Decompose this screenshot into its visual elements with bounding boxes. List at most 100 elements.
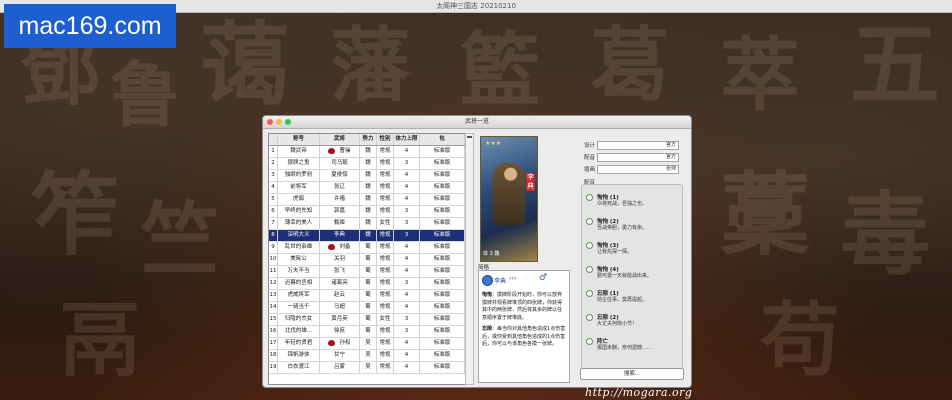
- search-button[interactable]: 搜索...: [580, 368, 684, 380]
- voice-option-text: 大丈夫何拘小节！: [597, 321, 638, 327]
- bg-calligraphy: 毒: [840, 182, 930, 288]
- row-kingdom: 魏: [360, 146, 377, 157]
- row-general: 曹操: [320, 146, 360, 157]
- table-row[interactable]: 9 乱世的枭雄 刘备 蜀常规 4 标准版: [269, 242, 465, 254]
- column-header-title[interactable]: 称号: [278, 134, 320, 145]
- illustrator-field[interactable]: 张帅: [597, 165, 679, 174]
- table-row[interactable]: 3 独眼的罗刹 夏侯惇魏常规 4 标准版: [269, 170, 465, 182]
- column-header-package[interactable]: 包: [420, 134, 465, 145]
- table-row[interactable]: 15 归隐的杰女 黄月英蜀女性 3 标准版: [269, 314, 465, 326]
- table-row[interactable]: 13 虎威将军 赵云蜀常规 4 标准版: [269, 290, 465, 302]
- radio-icon[interactable]: [586, 290, 593, 297]
- row-general: 张飞: [320, 266, 360, 277]
- voice-option-text: 勤可勇一天就能战出来。: [597, 273, 653, 279]
- row-general: 甘宁: [320, 350, 360, 361]
- table-row[interactable]: 17 年轻的贤君 孙权 吴常规 4 标准版: [269, 338, 465, 350]
- row-gender: 常规: [377, 230, 394, 241]
- card-stats: 体 3 魏: [483, 251, 500, 257]
- table-row[interactable]: 11 万夫不当 张飞蜀常规 4 标准版: [269, 266, 465, 278]
- radio-icon[interactable]: [586, 194, 593, 201]
- row-hp: 4: [394, 182, 420, 193]
- row-gender: 常规: [377, 338, 394, 349]
- column-header-general[interactable]: 武将: [320, 134, 360, 145]
- table-row[interactable]: 1 魏武帝 曹操 魏常规 4 标准版: [269, 146, 465, 158]
- row-general: 关羽: [320, 254, 360, 265]
- radio-icon[interactable]: [586, 218, 593, 225]
- row-package: 标准版: [420, 338, 465, 349]
- radio-icon[interactable]: [586, 314, 593, 321]
- column-header-kingdom[interactable]: 势力: [360, 134, 377, 145]
- row-hp: 4: [394, 350, 420, 361]
- illustrator-value: 张帅: [665, 166, 676, 172]
- table-row[interactable]: 4 前将军 张辽魏常规 4 标准版: [269, 182, 465, 194]
- row-general: 刘备: [320, 242, 360, 253]
- zoom-window-button[interactable]: [285, 119, 291, 125]
- watermark-url: http://mogara.org: [585, 386, 693, 399]
- column-header-gender[interactable]: 性别: [377, 134, 394, 145]
- card-name: 李典: [526, 173, 535, 191]
- table-row[interactable]: 19 白衣渡江 吕蒙吴常规 4 标准版: [269, 362, 465, 374]
- row-index: 9: [269, 242, 278, 253]
- radio-icon[interactable]: [586, 266, 593, 273]
- close-window-button[interactable]: [267, 119, 273, 125]
- skill-descriptions: 恂恂：摸牌阶段开始时，你可以放弃摸牌并观看牌堆顶的四张牌，你获得其中的两张牌，然…: [482, 292, 566, 349]
- cv-field[interactable]: 官方: [597, 153, 679, 162]
- skill-entry: 忘隙：每当你对其他角色造成1点伤害后，或你受到其他角色造成的1点伤害后，你可以与…: [482, 326, 566, 347]
- row-kingdom: 蜀: [360, 290, 377, 301]
- table-row[interactable]: 16 北伐的雄... 徐庶蜀常规 3 标准版: [269, 326, 465, 338]
- row-kingdom: 魏: [360, 206, 377, 217]
- general-card-image: ★★★ 李典 体 3 魏: [480, 136, 538, 262]
- design-field[interactable]: 官方: [597, 141, 679, 150]
- row-kingdom: 魏: [360, 158, 377, 169]
- table-row[interactable]: 14 一骑当千 马超蜀常规 4 标准版: [269, 302, 465, 314]
- scrollbar-thumb[interactable]: [467, 136, 472, 138]
- table-row[interactable]: 10 美髯公 关羽蜀常规 4 标准版: [269, 254, 465, 266]
- row-kingdom: 吴: [360, 338, 377, 349]
- table-row[interactable]: 5 虎痴 许褚魏常规 4 标准版: [269, 194, 465, 206]
- generals-table[interactable]: 称号 武将 势力 性别 体力上限 包 1 魏武帝 曹操魏常规 4 标准版 2 狼顾之鬼 司马懿…: [268, 133, 466, 385]
- row-general: 诸葛亮: [320, 278, 360, 289]
- row-package: 标准版: [420, 254, 465, 265]
- table-row[interactable]: 7 薄幸的美人 甄姬魏女性 3 标准版: [269, 218, 465, 230]
- table-row[interactable]: 2 狼顾之鬼 司马懿魏常规 3 标准版: [269, 158, 465, 170]
- general-list-window: 武将一览 称号 武将 势力 性别 体力上限 包 1 魏武帝 曹操魏常规 4 标准版 2 狼顾…: [262, 115, 692, 388]
- row-hp: 4: [394, 266, 420, 277]
- bg-calligraphy: 藳: [720, 162, 810, 268]
- detail-rank-arrows: ›››: [509, 275, 517, 282]
- voice-option-text: 吾战英胆，勇力有余。: [597, 225, 648, 231]
- row-kingdom: 蜀: [360, 314, 377, 325]
- row-kingdom: 魏: [360, 182, 377, 193]
- voice-option-text: 让我先探一探。: [597, 249, 633, 255]
- row-package: 标准版: [420, 218, 465, 229]
- table-scrollbar[interactable]: [465, 133, 474, 385]
- column-header-index[interactable]: [269, 134, 278, 145]
- row-gender: 常规: [377, 146, 394, 157]
- row-gender: 常规: [377, 170, 394, 181]
- row-package: 标准版: [420, 302, 465, 313]
- row-kingdom: 魏: [360, 170, 377, 181]
- row-kingdom: 蜀: [360, 266, 377, 277]
- row-package: 标准版: [420, 206, 465, 217]
- row-hp: 4: [394, 146, 420, 157]
- bg-calligraphy: 藩: [330, 18, 410, 112]
- table-row[interactable]: 12 迟暮的丞相 诸葛亮蜀常规 3 标准版: [269, 278, 465, 290]
- table-row[interactable]: 6 早终的先知 郭嘉魏常规 3 标准版: [269, 206, 465, 218]
- bg-calligraphy: 笮: [30, 162, 120, 268]
- radio-icon[interactable]: [586, 242, 593, 249]
- row-index: 12: [269, 278, 278, 289]
- table-row[interactable]: 8 深明大义 李典魏常规 3 标准版: [269, 230, 465, 242]
- row-gender: 常规: [377, 242, 394, 253]
- watermark-logo: mac169.com: [4, 4, 176, 48]
- male-gender-icon: ♂: [539, 273, 548, 283]
- row-index: 18: [269, 350, 278, 361]
- row-package: 标准版: [420, 146, 465, 157]
- column-header-hp[interactable]: 体力上限: [394, 134, 420, 145]
- voice-option-text: 众将死战，吾独之也。: [597, 201, 648, 207]
- row-kingdom: 魏: [360, 218, 377, 229]
- window-titlebar[interactable]: 武将一览: [263, 116, 691, 129]
- table-row[interactable]: 18 锦帆游侠 甘宁吴常规 4 标准版: [269, 350, 465, 362]
- minimize-window-button[interactable]: [276, 119, 282, 125]
- row-package: 标准版: [420, 194, 465, 205]
- radio-icon[interactable]: [586, 338, 593, 345]
- row-index: 7: [269, 218, 278, 229]
